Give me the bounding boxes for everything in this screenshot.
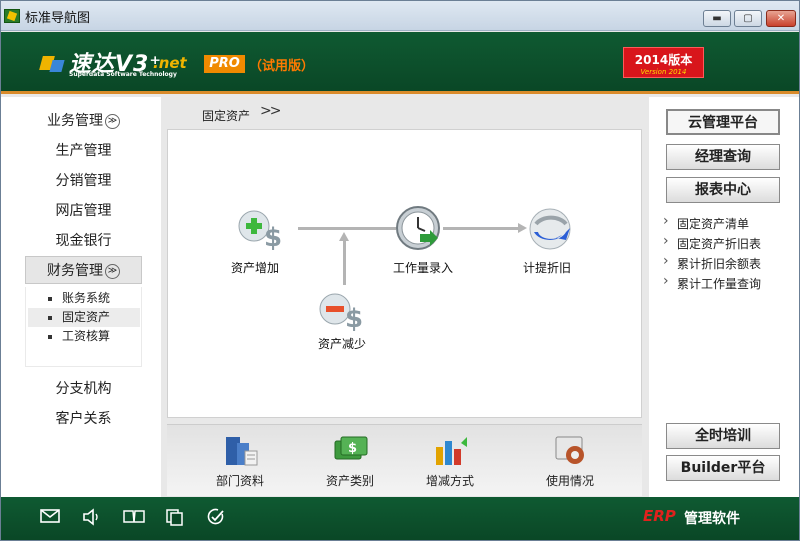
node-workload-entry[interactable]: 工作量录入: [393, 259, 453, 276]
speaker-icon[interactable]: [81, 508, 103, 528]
logo-icon: [39, 52, 65, 74]
manager-query-button[interactable]: 经理查询: [666, 144, 780, 170]
main-area: 固定资产 >> $ 资产增加 工作量录入 计提折旧 $ 资产减少 部门资料 $ …: [161, 97, 649, 497]
app-icon: [4, 9, 20, 23]
check-icon[interactable]: [205, 508, 227, 528]
flow-connector: [443, 227, 523, 230]
nav-item-distribution[interactable]: 分销管理: [25, 167, 142, 195]
node-asset-reduce[interactable]: 资产减少: [318, 335, 366, 352]
clock-icon[interactable]: [394, 204, 444, 254]
shortcut-asset-category[interactable]: $ 资产类别: [315, 431, 385, 491]
svg-text:$: $: [348, 441, 357, 456]
version-main: 2014版本: [634, 53, 693, 67]
finance-submenu: 账务系统 固定资产 工资核算: [25, 287, 142, 367]
nav-item-customer[interactable]: 客户关系: [25, 405, 142, 433]
maximize-button[interactable]: ▢: [734, 10, 762, 27]
sub-item-accounting[interactable]: 账务系统: [28, 289, 140, 308]
left-nav: 业务管理 ≫ 生产管理 分销管理 网店管理 现金银行 财务管理 ≫ 账务系统 固定资…: [1, 97, 161, 497]
nav-item-cash-bank[interactable]: 现金银行: [25, 227, 142, 255]
link-label: 累计工作量查询: [677, 277, 762, 291]
copy-icon[interactable]: [163, 508, 185, 528]
logo-net: .net: [153, 54, 187, 72]
nav-item-webstore[interactable]: 网店管理: [25, 197, 142, 225]
node-asset-add[interactable]: 资产增加: [231, 259, 279, 276]
footer-bar: ERP 管理软件: [1, 497, 799, 540]
logo-subtitle: Superdata Software Technology: [69, 71, 177, 78]
link-label: 固定资产清单: [677, 217, 750, 231]
flow-connector: [298, 227, 396, 230]
right-panel: 云管理平台 经理查询 报表中心 固定资产清单 固定资产折旧表 累计折旧余额表 累…: [649, 97, 799, 497]
bar-chart-icon: [433, 433, 469, 467]
svg-text:$: $: [264, 223, 282, 253]
shortcut-bar: 部门资料 $ 资产类别 增减方式 使用情况: [167, 424, 642, 496]
header-banner: 速达V3⁺ .net Superdata Software Technology…: [1, 32, 799, 94]
arrow-head: [339, 232, 349, 241]
sub-item-payroll[interactable]: 工资核算: [28, 327, 140, 346]
link-asset-list[interactable]: 固定资产清单: [663, 213, 750, 232]
trial-label: （试用版）: [249, 59, 315, 74]
close-button[interactable]: ✕: [766, 10, 796, 27]
shortcut-change-method[interactable]: 增减方式: [415, 431, 485, 491]
nav-item-finance[interactable]: 财务管理 ≫: [25, 256, 142, 284]
link-label: 固定资产折旧表: [677, 237, 762, 251]
node-depreciation[interactable]: 计提折旧: [523, 259, 571, 276]
link-label: 累计折旧余额表: [677, 257, 762, 271]
minimize-button[interactable]: ▬: [703, 10, 731, 27]
svg-text:$: $: [345, 304, 363, 334]
version-badge: 2014版本 Version 2014: [623, 47, 704, 78]
collapse-icon[interactable]: ≫: [105, 263, 120, 279]
application-window: 标准导航图 ▬ ▢ ✕ 速达V3⁺ .net Superdata Softwar…: [0, 0, 800, 541]
shortcut-label: 部门资料: [215, 474, 264, 488]
nav-item-label: 财务管理: [47, 263, 103, 279]
report-center-button[interactable]: 报表中心: [666, 177, 780, 203]
expand-icon[interactable]: ≫: [105, 113, 120, 129]
shortcut-department[interactable]: 部门资料: [205, 431, 275, 491]
nav-item-production[interactable]: 生产管理: [25, 137, 142, 165]
title-bar[interactable]: 标准导航图 ▬ ▢ ✕: [1, 1, 799, 31]
nav-item-branches[interactable]: 分支机构: [25, 375, 142, 403]
nav-item-label: 业务管理: [47, 113, 103, 129]
shortcut-label: 使用情况: [545, 474, 594, 488]
link-depreciation-table[interactable]: 固定资产折旧表: [663, 233, 762, 252]
shortcut-usage[interactable]: 使用情况: [535, 431, 605, 491]
asset-reduce-icon[interactable]: $: [315, 285, 365, 335]
link-workload-query[interactable]: 累计工作量查询: [663, 273, 762, 292]
asset-add-icon[interactable]: $: [234, 204, 284, 254]
flow-connector: [343, 238, 346, 285]
cloud-platform-button[interactable]: 云管理平台: [666, 109, 780, 135]
shortcut-label: 增减方式: [425, 474, 474, 488]
money-icon: $: [333, 433, 369, 467]
footer-brand-label: 管理软件: [684, 511, 740, 527]
builder-platform-button[interactable]: Builder平台: [666, 455, 780, 481]
breadcrumb-arrow: >>: [260, 103, 282, 119]
training-button[interactable]: 全时培训: [666, 423, 780, 449]
pro-badge: PRO: [204, 55, 245, 73]
mail-icon[interactable]: [39, 508, 61, 528]
version-sub: Version 2014: [640, 68, 687, 76]
flow-canvas: $ 资产增加 工作量录入 计提折旧 $ 资产减少: [167, 129, 642, 418]
footer-erp-label: ERP: [643, 507, 676, 525]
link-accumulated-balance[interactable]: 累计折旧余额表: [663, 253, 762, 272]
window-title: 标准导航图: [25, 11, 91, 26]
refresh-globe-icon[interactable]: [526, 204, 576, 254]
breadcrumb: 固定资产: [202, 109, 251, 123]
shortcut-label: 资产类别: [325, 474, 374, 488]
book-icon[interactable]: [123, 508, 145, 528]
nav-item-business[interactable]: 业务管理 ≫: [25, 107, 142, 135]
gear-icon: [553, 433, 589, 467]
building-icon: [223, 433, 259, 467]
sub-item-fixed-assets[interactable]: 固定资产: [28, 308, 140, 327]
